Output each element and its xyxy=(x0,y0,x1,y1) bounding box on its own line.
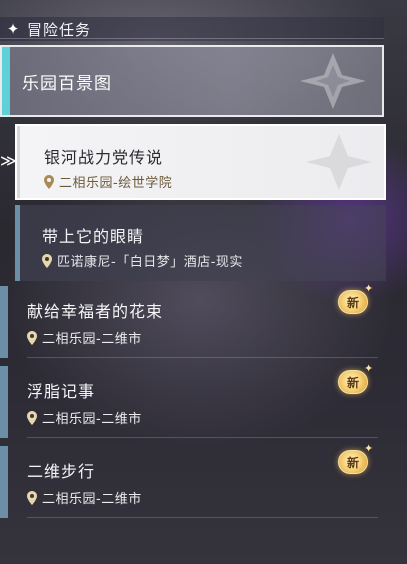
sparkle-icon: ✦ xyxy=(364,362,374,375)
item-accent-bar xyxy=(15,205,20,281)
quest-title: 带上它的眼睛 xyxy=(42,227,145,246)
item-accent-bar xyxy=(17,126,20,198)
quest-title: 二维步行 xyxy=(27,462,96,481)
diamond-star-icon: ✦ xyxy=(6,20,20,38)
item-divider xyxy=(27,517,378,518)
location-text: 二相乐园-绘世学院 xyxy=(59,176,173,191)
header-divider xyxy=(0,38,384,39)
quest-title: 献给幸福者的花束 xyxy=(27,302,164,321)
quest-location: 匹诺康尼-「白日梦」酒店-现实 xyxy=(42,251,243,270)
badge-text: 新 xyxy=(346,295,359,310)
location-text: 二相乐园-二维市 xyxy=(42,492,142,507)
new-badge: 新 ✦ xyxy=(338,283,373,314)
crest-emblem-icon xyxy=(300,53,366,109)
location-text: 二相乐园-二维市 xyxy=(42,332,142,347)
quest-item[interactable]: 献给幸福者的花束 二相乐园-二维市 新 ✦ xyxy=(0,283,386,358)
location-text: 匹诺康尼-「白日梦」酒店-现实 xyxy=(57,255,243,270)
badge-text: 新 xyxy=(346,455,359,470)
quest-location: 二相乐园-二维市 xyxy=(27,488,142,507)
section-title: 冒险任务 xyxy=(27,20,92,39)
quest-item[interactable]: 浮脂记事 二相乐园-二维市 新 ✦ xyxy=(0,363,386,438)
location-text: 二相乐园-二维市 xyxy=(42,412,142,427)
new-badge: 新 ✦ xyxy=(338,363,373,394)
quest-location: 二相乐园-绘世学院 xyxy=(44,172,172,191)
location-pin-icon xyxy=(42,253,52,268)
selection-arrow-icon: ≫ xyxy=(0,151,17,170)
quest-title: 银河战力党传说 xyxy=(44,148,164,167)
item-divider xyxy=(27,357,378,358)
location-pin-icon xyxy=(27,410,37,425)
new-badge: 新 ✦ xyxy=(338,443,373,474)
category-accent-bar xyxy=(2,47,10,115)
quest-title: 浮脂记事 xyxy=(27,382,96,401)
item-divider xyxy=(27,437,378,438)
category-tab-paradise-panorama[interactable]: 乐园百景图 xyxy=(0,45,384,117)
quest-location: 二相乐园-二维市 xyxy=(27,328,142,347)
location-pin-icon xyxy=(27,330,37,345)
location-pin-icon xyxy=(44,174,54,189)
location-pin-icon xyxy=(27,490,37,505)
item-accent-bar xyxy=(0,366,8,438)
crest-emblem-icon xyxy=(306,134,372,190)
quest-item-selected[interactable]: 银河战力党传说 二相乐园-绘世学院 xyxy=(15,124,386,200)
item-accent-bar xyxy=(0,286,8,358)
category-label: 乐园百景图 xyxy=(22,73,112,94)
quest-item[interactable]: 带上它的眼睛 匹诺康尼-「白日梦」酒店-现实 xyxy=(15,205,386,281)
sparkle-icon: ✦ xyxy=(364,442,374,455)
item-accent-bar xyxy=(0,446,8,518)
quest-location: 二相乐园-二维市 xyxy=(27,408,142,427)
quest-item[interactable]: 二维步行 二相乐园-二维市 新 ✦ xyxy=(0,443,386,518)
badge-text: 新 xyxy=(346,375,359,390)
sparkle-icon: ✦ xyxy=(364,282,374,295)
